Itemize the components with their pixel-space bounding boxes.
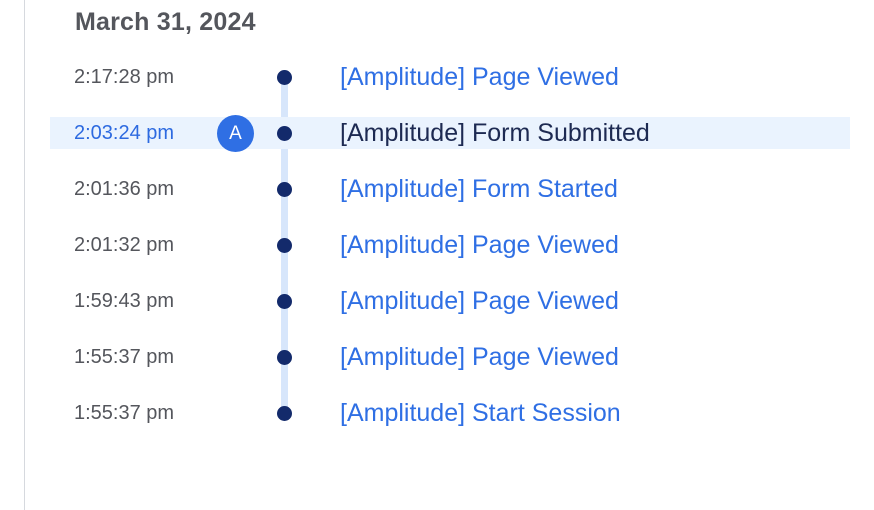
event-time: 2:03:24 pm (74, 122, 175, 144)
event-time: 1:55:37 pm (74, 346, 175, 368)
event-row[interactable]: 2:01:32 pm [Amplitude] Page Viewed (0, 217, 874, 273)
timeline-dot-icon (277, 406, 292, 421)
event-name-link[interactable]: [Amplitude] Page Viewed (340, 49, 619, 105)
event-time: 2:01:36 pm (74, 178, 175, 200)
event-list: 2:17:28 pm [Amplitude] Page Viewed 2:03:… (0, 49, 874, 441)
timeline-dot-icon (277, 70, 292, 85)
event-row[interactable]: 2:01:36 pm [Amplitude] Form Started (0, 161, 874, 217)
event-name-link[interactable]: [Amplitude] Form Submitted (340, 105, 650, 161)
event-name-link[interactable]: [Amplitude] Page Viewed (340, 329, 619, 385)
event-row[interactable]: 2:17:28 pm [Amplitude] Page Viewed (0, 49, 874, 105)
event-time: 2:17:28 pm (74, 66, 175, 88)
timeline-dot-icon (277, 238, 292, 253)
event-name-link[interactable]: [Amplitude] Page Viewed (340, 217, 619, 273)
timeline-dot-icon (277, 294, 292, 309)
event-name-link[interactable]: [Amplitude] Page Viewed (340, 273, 619, 329)
event-stream-panel: March 31, 2024 2:17:28 pm [Amplitude] Pa… (0, 0, 874, 510)
date-heading: March 31, 2024 (75, 8, 256, 36)
timeline-dot-icon (277, 126, 292, 141)
event-time: 1:55:37 pm (74, 402, 175, 424)
event-name-link[interactable]: [Amplitude] Start Session (340, 385, 621, 441)
event-row[interactable]: 1:59:43 pm [Amplitude] Page Viewed (0, 273, 874, 329)
event-time: 1:59:43 pm (74, 290, 175, 312)
timeline-dot-icon (277, 350, 292, 365)
user-avatar-badge[interactable]: A (217, 115, 254, 152)
event-row[interactable]: 1:55:37 pm [Amplitude] Start Session (0, 385, 874, 441)
timeline-dot-icon (277, 182, 292, 197)
event-time: 2:01:32 pm (74, 234, 175, 256)
event-row[interactable]: 1:55:37 pm [Amplitude] Page Viewed (0, 329, 874, 385)
event-row-selected[interactable]: 2:03:24 pm A [Amplitude] Form Submitted (0, 105, 874, 161)
event-name-link[interactable]: [Amplitude] Form Started (340, 161, 618, 217)
